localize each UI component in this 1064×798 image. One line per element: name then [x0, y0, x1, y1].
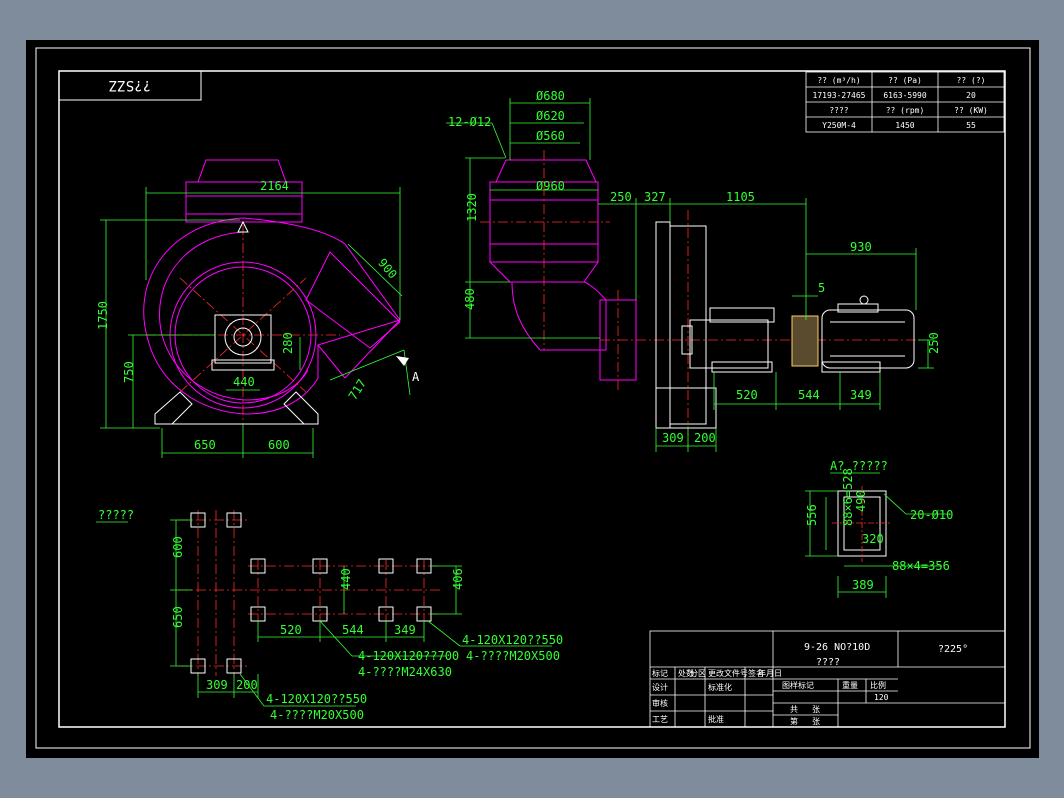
tb-cell-14: 批准 — [708, 714, 724, 724]
dim-front-440: 440 — [233, 375, 255, 389]
dim-side-d620: Ø620 — [536, 109, 565, 123]
cad-viewport[interactable]: ??SZZ ?? (m³/h) ?? (Pa) ?? (?) 17193-274… — [0, 0, 1064, 798]
tb-cell-7: 设计 — [652, 682, 668, 692]
tb-cell-18: 张 — [812, 717, 820, 726]
drawing-subtitle: ???? — [816, 657, 840, 668]
tb-cell-4: 更改文件号 — [708, 668, 748, 678]
dim-found-600: 600 — [171, 536, 185, 558]
spec-header-6: ?? (KW) — [954, 106, 988, 115]
corner-label: ??SZZ — [109, 77, 151, 93]
dim-side-480: 480 — [463, 288, 477, 310]
dim-side-327: 327 — [644, 190, 666, 204]
dim-side-5: 5 — [818, 281, 825, 295]
dim-side-250b: 250 — [927, 332, 941, 354]
dim-a-holes: 20-Ø10 — [910, 508, 953, 522]
spec-header-4: ???? — [829, 106, 848, 115]
note-a2: 4-????M20X500 — [270, 708, 364, 722]
dim-side-1320: 1320 — [465, 193, 479, 222]
dim-side-200: 200 — [694, 431, 716, 445]
tb-cell-3: 分区 — [690, 669, 706, 678]
note-a1: 4-120X120??550 — [266, 692, 367, 706]
dim-front-height: 1750 — [96, 301, 110, 330]
dim-a-356: 88×4=356 — [892, 559, 950, 573]
note-c2: 4-????M20X500 — [466, 649, 560, 663]
dim-found-349: 349 — [394, 623, 416, 637]
note-b1: 4-120X120??700 — [358, 649, 459, 663]
dim-side-309: 309 — [662, 431, 684, 445]
drawing-title: 9-26 NO?10D — [804, 642, 870, 653]
spec-value-4: Y250M-4 — [822, 121, 856, 130]
dim-side-250a: 250 — [610, 190, 632, 204]
dim-a-320: 320 — [862, 532, 884, 546]
spec-value-5: 1450 — [895, 121, 914, 130]
spec-header-3: ?? (?) — [957, 76, 986, 85]
dim-front-width: 2164 — [260, 179, 289, 193]
tb-cell-1: 标记 — [652, 668, 668, 678]
dim-found-309: 309 — [206, 678, 228, 692]
spec-header-2: ?? (Pa) — [888, 76, 922, 85]
dim-side-d680: Ø680 — [536, 89, 565, 103]
view-a-title: A? ????? — [830, 459, 888, 473]
tb-cell-11: 比例 — [870, 680, 886, 690]
dim-found-440: 440 — [339, 568, 353, 590]
dim-side-1105: 1105 — [726, 190, 755, 204]
dim-a-490: 490 — [854, 490, 868, 512]
dim-side-holes: 12-Ø12 — [448, 115, 491, 129]
dim-front-650: 650 — [194, 438, 216, 452]
tb-cell-17: 第 — [790, 716, 798, 726]
view-arrow-label: A — [412, 370, 420, 384]
tb-cell-15: 共 — [790, 705, 798, 714]
dim-a-556: 556 — [805, 504, 819, 526]
spec-value-6: 55 — [966, 121, 976, 130]
dim-side-349: 349 — [850, 388, 872, 402]
tb-cell-12: 审核 — [652, 698, 668, 708]
dim-found-406: 406 — [451, 568, 465, 590]
dim-a-528: 88×6=528 — [841, 468, 855, 526]
dim-side-544: 544 — [798, 388, 820, 402]
tb-cell-8: 标准化 — [708, 682, 732, 692]
tb-cell-9: 图样标记 — [782, 680, 814, 690]
dim-front-280: 280 — [281, 332, 295, 354]
dim-found-650: 650 — [171, 606, 185, 628]
note-b2: 4-????M24X630 — [358, 665, 452, 679]
dim-side-d960: Ø960 — [536, 179, 565, 193]
foundation-title: ????? — [98, 508, 134, 522]
spec-header-5: ?? (rpm) — [886, 106, 925, 115]
dim-front-center-height: 750 — [122, 361, 136, 383]
tb-cell-19: 120 — [874, 693, 889, 702]
dim-found-520: 520 — [280, 623, 302, 637]
dim-side-520: 520 — [736, 388, 758, 402]
dim-side-d560: Ø560 — [536, 129, 565, 143]
tb-cell-10: 重量 — [842, 680, 858, 690]
tb-cell-6: 年月日 — [758, 668, 782, 678]
note-c1: 4-120X120??550 — [462, 633, 563, 647]
dim-side-930: 930 — [850, 240, 872, 254]
dim-found-544: 544 — [342, 623, 364, 637]
spec-value-3: 20 — [966, 91, 976, 100]
dim-a-389: 389 — [852, 578, 874, 592]
dim-front-600: 600 — [268, 438, 290, 452]
tb-cell-13: 工艺 — [652, 715, 668, 724]
coupling — [791, 315, 819, 367]
drawing-right-label: ?225° — [938, 644, 968, 655]
spec-value-2: 6163-5990 — [883, 91, 927, 100]
spec-header-1: ?? (m³/h) — [817, 76, 860, 85]
spec-value-1: 17193-27465 — [813, 91, 866, 100]
tb-cell-16: 张 — [812, 705, 820, 714]
dim-found-200: 200 — [236, 678, 258, 692]
